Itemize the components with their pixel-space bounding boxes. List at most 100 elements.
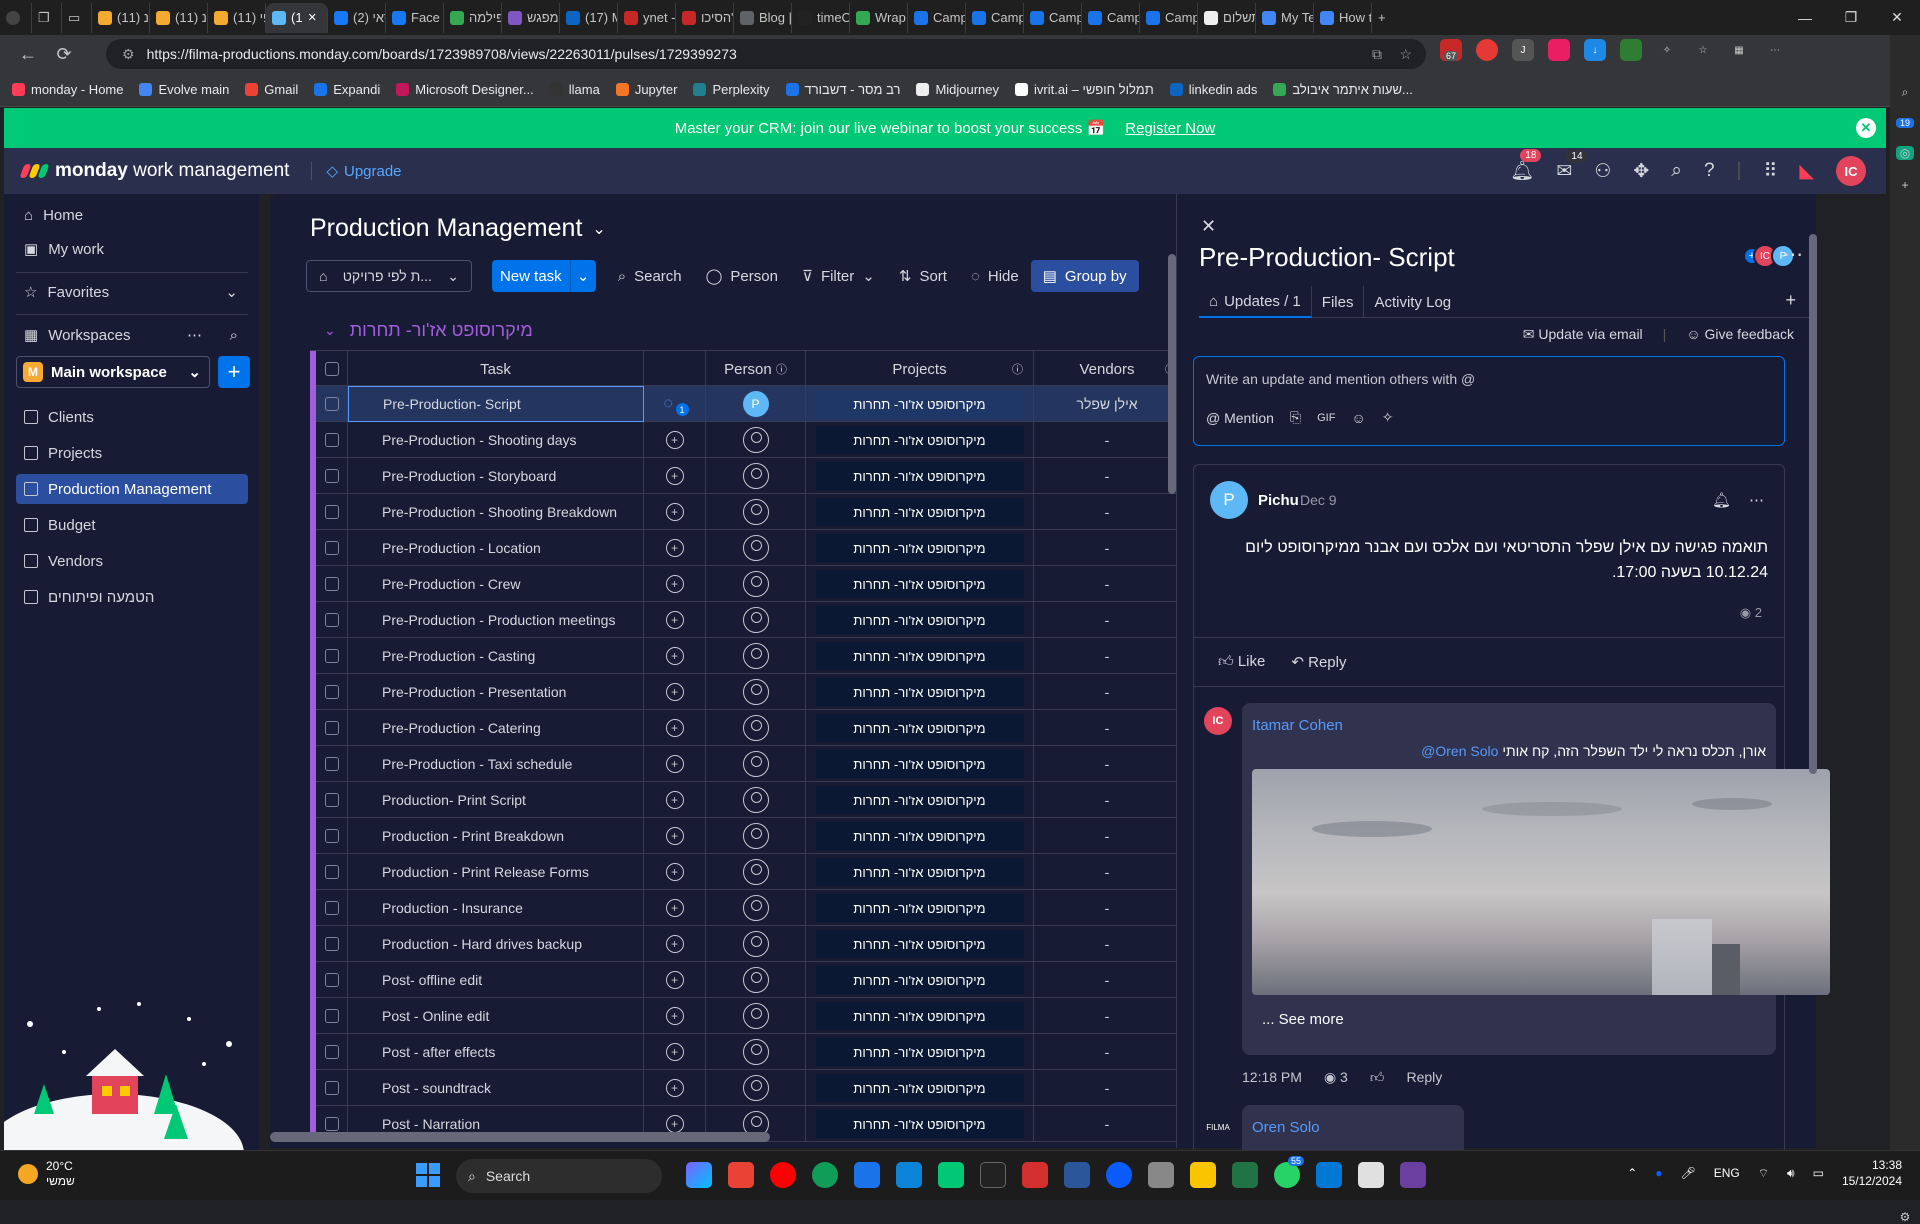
row-checkbox[interactable] [316,1034,348,1070]
attached-photo[interactable] [1252,769,1830,995]
nav-favorites[interactable]: ☆ Favorites ⌄ [16,277,248,307]
row-checkbox[interactable] [316,818,348,854]
projects-cell[interactable]: מיקרוסופט אז'ור- תחרות [806,458,1034,494]
projects-cell[interactable]: מיקרוסופט אז'ור- תחרות [806,1106,1034,1142]
column-task[interactable]: Task [348,351,644,387]
updates-cell[interactable]: + [644,782,706,818]
updates-cell[interactable]: + [644,998,706,1034]
tab-actions-icon[interactable]: ▭ [62,2,92,33]
wifi-icon[interactable]: ⌔ [1758,1166,1769,1181]
updates-cell[interactable]: + [644,674,706,710]
projects-cell[interactable]: מיקרוסופט אז'ור- תחרות [806,818,1034,854]
extension-icon[interactable]: 67 [1440,39,1462,61]
browser-tab[interactable]: (1 ✕ [266,2,328,33]
speaker-icon[interactable]: 🔊︎ [1787,1166,1795,1181]
browser-profile-icon[interactable] [0,2,32,33]
task-cell[interactable]: Post- offline edit [348,962,644,998]
projects-cell[interactable]: מיקרוסופט אז'ור- תחרות [806,998,1034,1034]
extension-icon[interactable] [1476,39,1498,61]
invite-members-icon[interactable]: ⚇ [1594,160,1611,183]
person-cell[interactable] [706,890,806,926]
view-selector[interactable]: ⌂ ת לפי פרויקט... ⌄ [306,260,472,292]
updates-cell[interactable]: + [644,962,706,998]
group-header[interactable]: ⌄ מיקרוסופט אז'ור- תחרות [324,320,533,341]
task-cell[interactable]: Pre-Production - Production meetings [348,602,644,638]
table-row[interactable]: Pre-Production - Casting + מיקרוסופט אז'ור… [310,638,1176,674]
table-row[interactable]: Pre-Production - Production meetings + מיק… [310,602,1176,638]
projects-cell[interactable]: מיקרוסופט אז'ור- תחרות [806,854,1034,890]
browser-tab[interactable]: מנ (11) [150,2,208,33]
edge-icon[interactable] [812,1162,838,1188]
projects-cell[interactable]: מיקרוסופט אז'ור- תחרות [806,1070,1034,1106]
vendors-cell[interactable]: - [1034,746,1176,782]
column-projects[interactable]: Projects ⓘ [806,351,1034,387]
projects-cell[interactable]: מיקרוסופט אז'ור- תחרות [806,638,1034,674]
vendors-cell[interactable]: - [1034,926,1176,962]
tab-activity-log[interactable]: Activity Log [1364,286,1461,318]
close-tab-icon[interactable]: ✕ [308,11,317,24]
task-cell[interactable]: Production - Hard drives backup [348,926,644,962]
minimize-button[interactable]: — [1782,0,1828,35]
projects-cell[interactable]: מיקרוסופט אז'ור- תחרות [806,710,1034,746]
chevron-up-icon[interactable]: ⌃ [1627,1166,1637,1180]
table-row[interactable]: Production - Hard drives backup + מיקרוסופ… [310,926,1176,962]
table-row[interactable]: Pre-Production - Presentation + מיקרוסופט … [310,674,1176,710]
task-cell[interactable]: Post - Online edit [348,998,644,1034]
task-cell[interactable]: Pre-Production - Catering [348,710,644,746]
vendors-cell[interactable]: - [1034,710,1176,746]
excel-icon[interactable] [1232,1162,1258,1188]
browser-tab[interactable]: פילמה [444,2,502,33]
like-icon[interactable]: 👍︎ [1370,1069,1385,1086]
browser-tab[interactable]: מנ (11) [92,2,150,33]
projects-cell[interactable]: מיקרוסופט אז'ור- תחרות [806,602,1034,638]
updates-cell[interactable]: + [644,890,706,926]
row-checkbox[interactable] [316,602,348,638]
person-filter-button[interactable]: ◯ Person [694,260,790,292]
vendors-cell[interactable]: - [1034,530,1176,566]
hide-button[interactable]: ◌ Hide [959,260,1031,292]
nav-home[interactable]: ⌂ Home [16,200,248,230]
taskbar-search[interactable]: ⌕ Search [456,1159,662,1193]
table-row[interactable]: Production - Insurance + מיקרוסופט אז'ור- … [310,890,1176,926]
browser-tab[interactable]: Campa [908,2,966,33]
task-cell[interactable]: Production - Insurance [348,890,644,926]
bell-icon[interactable]: 🔔︎ [1712,491,1731,509]
zoom-tray-icon[interactable]: ● [1655,1166,1662,1180]
reply-author[interactable]: Oren Solo [1252,1119,1320,1136]
table-row[interactable]: Post - Online edit + מיקרוסופט אז'ור- תחרו… [310,998,1176,1034]
search-icon[interactable]: ⌕ [1896,85,1914,100]
projects-cell[interactable]: מיקרוסופט אז'ור- תחרות [806,530,1034,566]
start-button[interactable] [416,1163,440,1187]
task-cell[interactable]: Pre-Production - Location [348,530,644,566]
store-icon[interactable] [1358,1162,1384,1188]
projects-cell[interactable]: מיקרוסופט אז'ור- תחרות [806,422,1034,458]
task-cell[interactable]: Pre-Production - Shooting Breakdown [348,494,644,530]
browser-tab[interactable]: הסיכו" [676,2,734,33]
sort-button[interactable]: ⇅ Sort [887,260,959,292]
puzzle-icon[interactable]: ✧ [1656,39,1678,61]
person-cell[interactable] [706,926,806,962]
avatar[interactable]: IC [1204,707,1232,735]
user-avatar[interactable]: IC [1836,156,1866,186]
mention-link[interactable]: Oren Solo@ [1421,743,1498,759]
updates-cell[interactable]: + [644,1070,706,1106]
more-icon[interactable]: ⋯ [187,326,202,344]
browser-tab[interactable]: Campa [1140,2,1198,33]
tab-files[interactable]: Files [1312,286,1365,318]
person-cell[interactable] [706,1034,806,1070]
updates-cell[interactable]: + [644,494,706,530]
extension-icon[interactable]: J [1512,39,1534,61]
vendors-cell[interactable]: - [1034,782,1176,818]
weather-widget[interactable]: 20°C שמשי [18,1159,75,1189]
task-cell[interactable]: Post - soundtrack [348,1070,644,1106]
person-cell[interactable]: P [706,386,806,422]
avatar[interactable]: P [1210,481,1248,519]
vendors-cell[interactable]: - [1034,602,1176,638]
projects-cell[interactable]: מיקרוסופט אז'ור- תחרות [806,1034,1034,1070]
person-cell[interactable] [706,422,806,458]
font-app-icon[interactable] [980,1162,1006,1188]
more-options-icon[interactable]: ⋯ [1749,491,1764,509]
site-info-icon[interactable]: ⚙ [122,46,135,63]
table-row[interactable]: Production- Print Script + מיקרוסופט אז'ור… [310,782,1176,818]
row-checkbox[interactable] [316,638,348,674]
